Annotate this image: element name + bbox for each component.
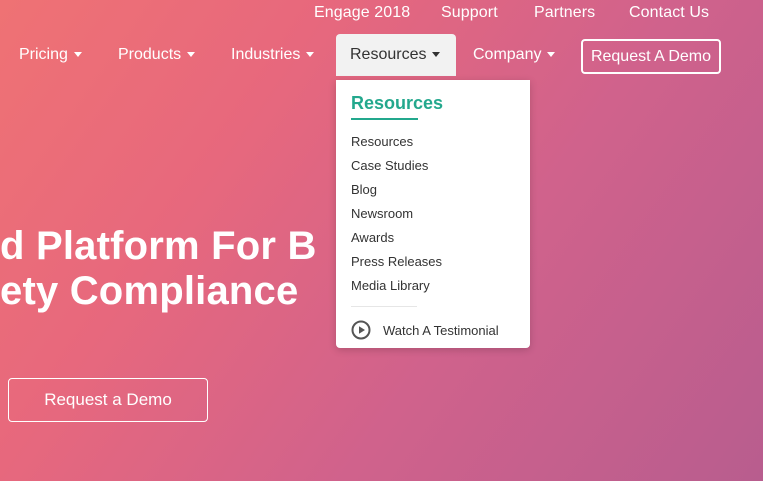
nav-resources[interactable]: Resources bbox=[336, 34, 456, 76]
nav-pricing-label: Pricing bbox=[19, 46, 68, 63]
caret-down-icon bbox=[432, 52, 441, 58]
dropdown-item-resources[interactable]: Resources bbox=[351, 134, 413, 149]
nav-pricing[interactable]: Pricing bbox=[5, 34, 96, 76]
hero-headline-line-1: d Platform For B bbox=[0, 224, 317, 268]
request-demo-hero-button[interactable]: Request a Demo bbox=[8, 378, 208, 422]
dropdown-item-press-releases[interactable]: Press Releases bbox=[351, 254, 442, 269]
dropdown-item-newsroom[interactable]: Newsroom bbox=[351, 206, 413, 221]
watch-testimonial-link[interactable]: Watch A Testimonial bbox=[351, 320, 499, 340]
request-demo-nav-button[interactable]: Request A Demo bbox=[581, 39, 721, 74]
dropdown-title-underline bbox=[351, 118, 418, 120]
play-circle-icon bbox=[351, 320, 371, 340]
nav-company[interactable]: Company bbox=[459, 34, 569, 76]
nav-industries-label: Industries bbox=[231, 46, 301, 63]
dropdown-title: Resources bbox=[351, 93, 444, 113]
caret-down-icon bbox=[547, 52, 556, 58]
dropdown-item-media-library[interactable]: Media Library bbox=[351, 278, 430, 293]
caret-down-icon bbox=[187, 52, 196, 58]
dropdown-item-awards[interactable]: Awards bbox=[351, 230, 394, 245]
top-link-support[interactable]: Support bbox=[441, 4, 498, 22]
nav-products[interactable]: Products bbox=[104, 34, 209, 76]
resources-dropdown: Resources Resources Case Studies Blog Ne… bbox=[336, 80, 530, 348]
top-link-partners[interactable]: Partners bbox=[534, 4, 595, 22]
caret-down-icon bbox=[73, 52, 82, 58]
top-link-engage[interactable]: Engage 2018 bbox=[314, 4, 410, 22]
hero-headline-line-2: ety Compliance bbox=[0, 269, 299, 313]
nav-industries[interactable]: Industries bbox=[217, 34, 328, 76]
nav-resources-label: Resources bbox=[350, 46, 427, 63]
top-link-contact-us[interactable]: Contact Us bbox=[629, 4, 709, 22]
nav-company-label: Company bbox=[473, 46, 542, 63]
dropdown-divider bbox=[351, 306, 417, 307]
watch-testimonial-label: Watch A Testimonial bbox=[383, 322, 499, 338]
nav-products-label: Products bbox=[118, 46, 182, 63]
dropdown-item-blog[interactable]: Blog bbox=[351, 182, 377, 197]
caret-down-icon bbox=[306, 52, 315, 58]
dropdown-item-case-studies[interactable]: Case Studies bbox=[351, 158, 428, 173]
